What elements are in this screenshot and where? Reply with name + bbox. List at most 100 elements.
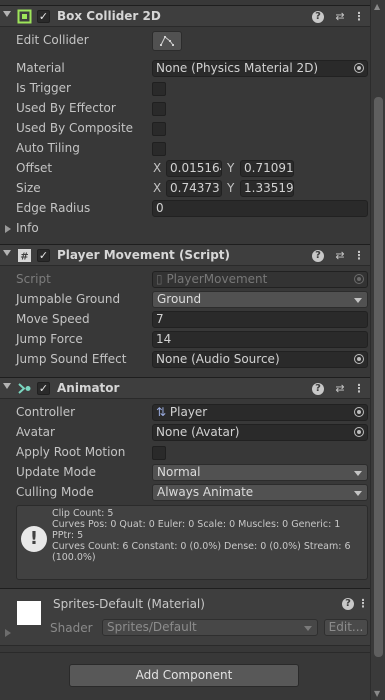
auto-tiling-row: Auto Tiling — [0, 139, 370, 159]
context-menu-icon[interactable]: ⋮ — [356, 597, 370, 611]
svg-text:#: # — [20, 252, 28, 263]
info-line: PPtr: 5 — [52, 530, 84, 541]
enable-checkbox[interactable]: ✓ — [37, 382, 50, 395]
culling-mode-row: Culling Mode Always Animate — [0, 483, 370, 503]
avatar-value: None (Avatar) — [156, 425, 240, 439]
object-picker-icon[interactable] — [354, 354, 364, 364]
apply-root-motion-checkbox[interactable] — [152, 446, 166, 460]
apply-root-motion-label: Apply Root Motion — [16, 445, 126, 459]
component-title: Animator — [57, 381, 120, 395]
foldout-expanded-icon[interactable] — [3, 383, 11, 389]
culling-mode-value: Always Animate — [157, 485, 254, 499]
enable-checkbox[interactable]: ✓ — [37, 249, 50, 262]
chevron-down-icon — [354, 471, 362, 476]
auto-tiling-checkbox[interactable] — [152, 142, 166, 156]
box-collider-icon — [17, 9, 32, 24]
chevron-down-icon — [304, 626, 312, 631]
script-value: PlayerMovement — [166, 272, 268, 286]
offset-x-label[interactable]: X — [153, 161, 161, 175]
chevron-down-icon — [354, 491, 362, 496]
culling-mode-label: Culling Mode — [16, 485, 94, 499]
offset-label: Offset — [16, 161, 53, 175]
scrollbar-thumb[interactable] — [374, 97, 383, 657]
script-label: Script — [16, 272, 51, 286]
scroll-up-arrow-icon[interactable]: ▲ — [374, 2, 380, 11]
help-icon[interactable]: ? — [342, 598, 354, 610]
size-x-label[interactable]: X — [153, 181, 161, 195]
edge-radius-field[interactable]: 0 — [152, 200, 368, 217]
size-y-field[interactable]: 1.335197 — [240, 180, 294, 197]
shader-label: Shader — [50, 621, 93, 635]
enable-checkbox[interactable]: ✓ — [37, 10, 50, 23]
edit-shape-icon — [160, 36, 174, 46]
update-mode-dropdown[interactable]: Normal — [152, 464, 368, 481]
material-section: Sprites-Default (Material) ? ⋮ Shader Sp… — [0, 588, 370, 646]
jump-sound-field[interactable]: None (Audio Source) — [152, 351, 368, 368]
jump-sound-label: Jump Sound Effect — [16, 352, 127, 366]
preset-icon[interactable]: ⇄ — [333, 382, 347, 396]
divider — [0, 652, 370, 653]
vertical-scrollbar[interactable]: ▲ ▼ — [370, 0, 385, 700]
info-row[interactable]: Info — [0, 219, 370, 239]
jumpable-ground-dropdown[interactable]: Ground — [152, 291, 368, 308]
move-speed-field[interactable]: 7 — [152, 311, 368, 328]
preset-icon[interactable]: ⇄ — [333, 10, 347, 24]
jumpable-ground-row: Jumpable Ground Ground — [0, 290, 370, 310]
material-field[interactable]: None (Physics Material 2D) — [152, 60, 368, 77]
script-row: Script ▯ PlayerMovement — [0, 270, 370, 290]
animator-controller-icon: ⇅ — [156, 405, 167, 419]
context-menu-icon[interactable]: ⋮ — [352, 249, 366, 263]
object-picker-icon[interactable] — [354, 63, 364, 73]
foldout-expanded-icon[interactable] — [3, 250, 11, 256]
box-collider-header[interactable]: ✓ Box Collider 2D ? ⇄ ⋮ — [0, 5, 370, 27]
controller-row: Controller ⇅ Player — [0, 403, 370, 423]
material-preview-swatch — [17, 601, 41, 625]
chevron-down-icon — [354, 298, 362, 303]
shader-dropdown[interactable]: Sprites/Default — [102, 619, 318, 636]
controller-label: Controller — [16, 405, 76, 419]
player-movement-header[interactable]: # ✓ Player Movement (Script) ? ⇄ ⋮ — [0, 244, 370, 266]
jump-sound-value: None (Audio Source) — [156, 352, 280, 366]
avatar-field[interactable]: None (Avatar) — [152, 424, 368, 441]
animator-info-text: Clip Count: 5 Curves Pos: 0 Quat: 0 Eule… — [52, 508, 366, 563]
edit-collider-button[interactable] — [152, 31, 182, 51]
object-picker-icon[interactable] — [354, 407, 364, 417]
animator-icon — [17, 381, 32, 396]
info-exclamation-icon: ! — [21, 526, 47, 552]
avatar-row: Avatar None (Avatar) — [0, 423, 370, 443]
used-by-composite-checkbox[interactable] — [152, 122, 166, 136]
apply-root-motion-row: Apply Root Motion — [0, 443, 370, 463]
offset-y-field[interactable]: 0.710913 — [240, 160, 294, 177]
object-picker-icon[interactable] — [354, 427, 364, 437]
preset-icon[interactable]: ⇄ — [333, 249, 347, 263]
jump-force-field[interactable]: 14 — [152, 331, 368, 348]
size-x-field[interactable]: 0.74373 — [166, 180, 222, 197]
offset-x-field[interactable]: 0.015164 — [166, 160, 222, 177]
animator-header[interactable]: ✓ Animator ? ⇄ ⋮ — [0, 377, 370, 399]
foldout-collapsed-icon[interactable] — [5, 629, 11, 637]
help-icon[interactable]: ? — [312, 383, 324, 395]
avatar-label: Avatar — [16, 425, 55, 439]
used-by-effector-checkbox[interactable] — [152, 102, 166, 116]
size-row: Size X 0.74373 Y 1.335197 — [0, 179, 370, 199]
info-label[interactable]: Info — [16, 221, 39, 235]
offset-y-label[interactable]: Y — [227, 161, 234, 175]
shader-value: Sprites/Default — [107, 620, 197, 634]
help-icon[interactable]: ? — [312, 250, 324, 262]
move-speed-row: Move Speed 7 — [0, 310, 370, 330]
add-component-button[interactable]: Add Component — [69, 664, 299, 687]
auto-tiling-label: Auto Tiling — [16, 141, 80, 155]
context-menu-icon[interactable]: ⋮ — [352, 382, 366, 396]
controller-field[interactable]: ⇅ Player — [152, 404, 368, 421]
offset-row: Offset X 0.015164 Y 0.710913 — [0, 159, 370, 179]
context-menu-icon[interactable]: ⋮ — [352, 10, 366, 24]
move-speed-label: Move Speed — [16, 312, 90, 326]
scroll-down-arrow-icon[interactable]: ▼ — [374, 689, 380, 698]
foldout-collapsed-icon[interactable] — [5, 225, 11, 233]
culling-mode-dropdown[interactable]: Always Animate — [152, 484, 368, 501]
help-icon[interactable]: ? — [312, 11, 324, 23]
shader-edit-button[interactable]: Edit... — [324, 619, 368, 636]
size-y-label[interactable]: Y — [227, 181, 234, 195]
foldout-expanded-icon[interactable] — [3, 11, 11, 17]
is-trigger-checkbox[interactable] — [152, 82, 166, 96]
